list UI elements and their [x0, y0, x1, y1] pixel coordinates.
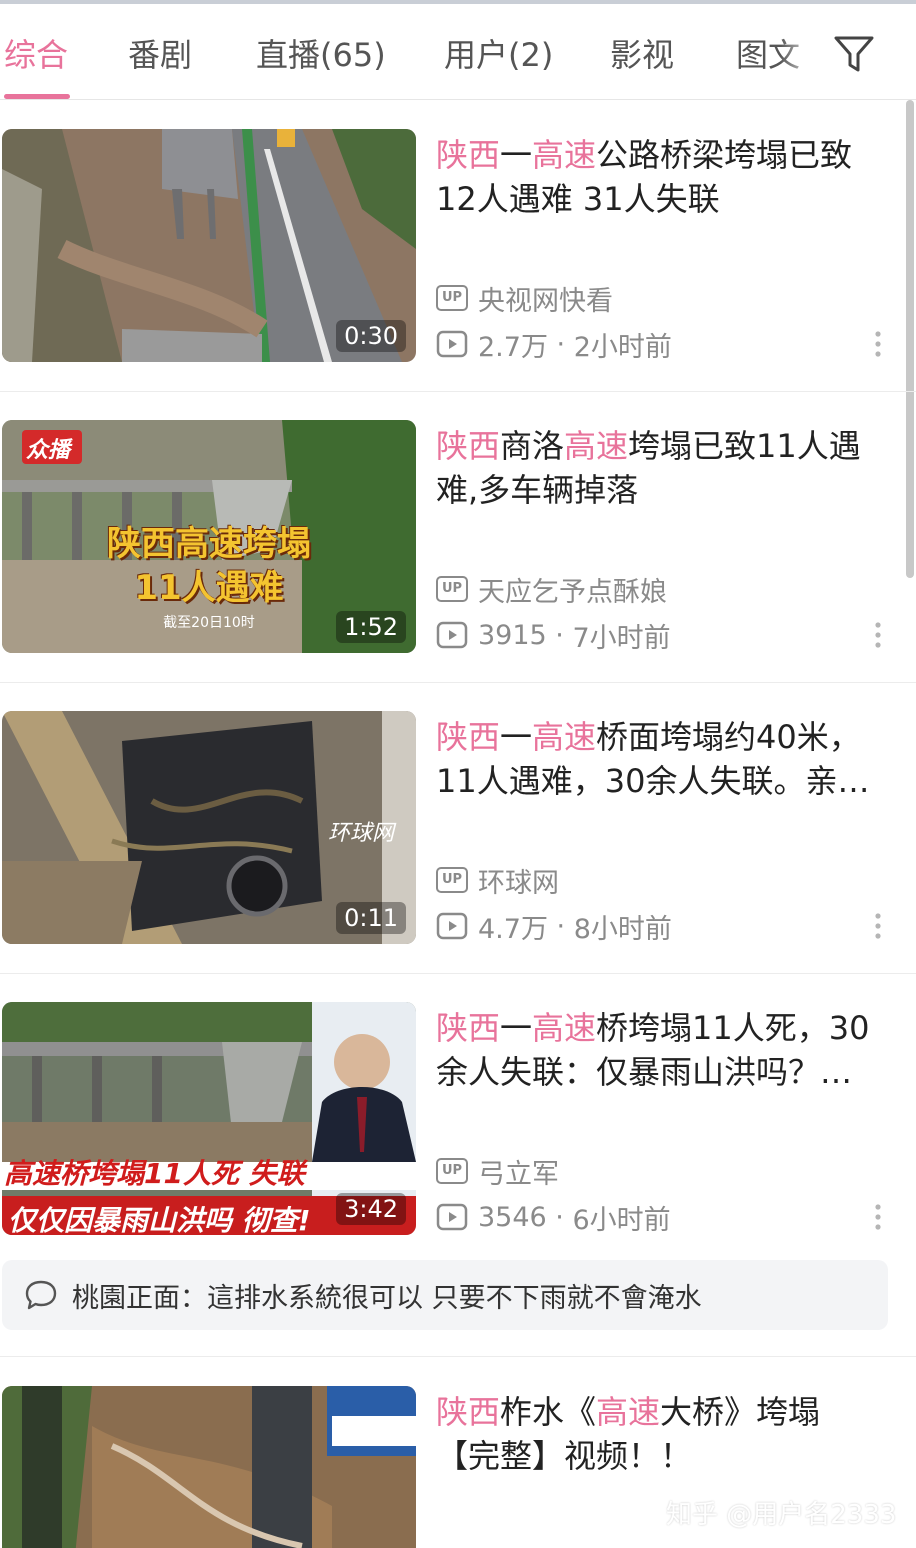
publish-time: 6小时前 — [572, 1204, 671, 1236]
video-thumbnail[interactable]: 众播 陕西高速垮塌 11人遇难 截至20日10时 1:52 — [2, 420, 416, 653]
title-highlight: 高速 — [532, 136, 597, 174]
thumbnail-caption: 11人遇难 — [134, 568, 284, 608]
up-badge-icon: UP — [436, 1158, 468, 1184]
up-badge-icon: UP — [436, 576, 468, 602]
title-highlight: 陕西 — [436, 1009, 501, 1047]
view-count: 4.7万 — [478, 913, 548, 945]
title-highlight: 高速 — [596, 1393, 661, 1431]
comment-bubble-icon — [25, 1280, 57, 1310]
meta-separator: · — [547, 328, 574, 360]
title-text: 一 — [500, 1009, 533, 1047]
stats-row: 4.7万 · 8小时前 — [436, 909, 672, 945]
title-highlight: 陕西 — [436, 718, 501, 756]
meta-separator: · — [547, 910, 574, 942]
title-highlight: 陕西 — [436, 136, 501, 174]
video-card[interactable]: 众播 陕西高速垮塌 11人遇难 截至20日10时 1:52 陕西商洛高速垮塌已致… — [0, 392, 916, 683]
title-text: 一 — [500, 136, 533, 174]
video-title[interactable]: 陕西商洛高速垮塌已致11人遇难,多车辆掉落 — [436, 424, 884, 512]
video-duration: 3:42 — [336, 1193, 406, 1225]
video-thumbnail[interactable]: 0:30 — [2, 129, 416, 362]
up-badge-icon: UP — [436, 867, 468, 893]
video-card[interactable]: 环球网 0:11 陕西一高速桥面垮塌约40米，11人遇难，30余人失联。亲… U… — [0, 683, 916, 974]
play-count-icon — [436, 912, 468, 940]
more-vertical-icon[interactable] — [866, 911, 890, 941]
search-tabs: 综合 番剧 直播(65) 用户(2) 影视 图文 — [0, 4, 916, 100]
publish-time: 8小时前 — [573, 913, 672, 945]
author-name: 弓立军 — [478, 1158, 559, 1190]
author-name: 央视网快看 — [478, 285, 613, 317]
author-row[interactable]: UP 天应乞予点酥娘 — [436, 572, 667, 608]
more-vertical-icon[interactable] — [866, 329, 890, 359]
view-count: 3915 — [478, 619, 547, 651]
thumbnail-caption: 陕西高速垮塌 — [107, 524, 311, 564]
author-row[interactable]: UP 央视网快看 — [436, 281, 613, 317]
title-text: 柞水《 — [500, 1393, 597, 1431]
video-thumbnail[interactable]: 高速桥垮塌11人死 失联 仅仅因暴雨山洪吗 彻查! 3:42 — [2, 1002, 416, 1235]
video-title[interactable]: 陕西一高速公路桥梁垮塌已致12人遇难 31人失联 — [436, 133, 884, 221]
video-card[interactable]: 高速桥垮塌11人死 失联 仅仅因暴雨山洪吗 彻查! 3:42 陕西一高速桥垮塌1… — [0, 974, 916, 1265]
meta-separator: · — [546, 1201, 573, 1233]
thumbnail-watermark: 环球网 — [328, 821, 395, 846]
comment-text: 桃園正面：這排水系統很可以 只要不下雨就不會淹水 — [72, 1283, 702, 1314]
zhihu-watermark: 知乎 @用户名2333 — [666, 1500, 897, 1530]
author-row[interactable]: UP 环球网 — [436, 863, 559, 899]
publish-time: 2小时前 — [573, 331, 672, 363]
title-highlight: 陕西 — [436, 427, 501, 465]
author-row[interactable]: UP 弓立军 — [436, 1154, 559, 1190]
filter-icon[interactable] — [830, 32, 878, 76]
tab-comprehensive[interactable]: 综合 — [4, 30, 68, 76]
video-duration: 0:30 — [336, 320, 406, 352]
tab-anime[interactable]: 番剧 — [128, 30, 192, 76]
thumbnail-caption: 高速桥垮塌11人死 失联 — [4, 1157, 305, 1190]
more-vertical-icon[interactable] — [866, 1202, 890, 1232]
author-name: 环球网 — [478, 867, 559, 899]
video-title[interactable]: 陕西一高速桥垮塌11人死，30余人失联：仅暴雨山洪吗？… — [436, 1006, 884, 1094]
play-count-icon — [436, 621, 468, 649]
meta-separator: · — [546, 619, 573, 651]
title-highlight: 高速 — [532, 1009, 597, 1047]
video-thumbnail[interactable]: 环球网 0:11 — [2, 711, 416, 944]
play-count-icon — [436, 330, 468, 358]
view-count: 3546 — [478, 1201, 547, 1233]
thumbnail-caption: 仅仅因暴雨山洪吗 彻查! — [8, 1204, 311, 1235]
publish-time: 7小时前 — [572, 622, 671, 654]
title-text: 一 — [500, 718, 533, 756]
title-highlight: 陕西 — [436, 1393, 501, 1431]
active-tab-indicator — [4, 94, 70, 99]
title-highlight: 高速 — [532, 718, 597, 756]
video-title[interactable]: 陕西一高速桥面垮塌约40米，11人遇难，30余人失联。亲… — [436, 715, 884, 803]
video-duration: 0:11 — [336, 902, 406, 934]
stats-row: 3915 · 7小时前 — [436, 618, 671, 654]
stats-row: 2.7万 · 2小时前 — [436, 327, 672, 363]
up-badge-icon: UP — [436, 285, 468, 311]
video-card[interactable]: 0:30 陕西一高速公路桥梁垮塌已致12人遇难 31人失联 UP 央视网快看 2… — [0, 101, 916, 392]
title-text: 商洛 — [500, 427, 565, 465]
author-name: 天应乞予点酥娘 — [478, 576, 667, 608]
channel-logo: 众播 — [26, 438, 71, 463]
comment-preview[interactable]: 桃園正面：這排水系統很可以 只要不下雨就不會淹水 — [2, 1260, 888, 1330]
tab-film-tv[interactable]: 影视 — [610, 30, 674, 76]
title-highlight: 高速 — [564, 427, 629, 465]
tab-users[interactable]: 用户(2) — [444, 30, 553, 76]
stats-row: 3546 · 6小时前 — [436, 1200, 671, 1236]
video-duration: 1:52 — [336, 611, 406, 643]
video-title[interactable]: 陕西柞水《高速大桥》垮塌【完整】视频！！ — [436, 1390, 884, 1478]
view-count: 2.7万 — [478, 331, 548, 363]
more-vertical-icon[interactable] — [866, 620, 890, 650]
video-thumbnail[interactable] — [2, 1386, 416, 1548]
divider — [0, 1356, 916, 1357]
play-count-icon — [436, 1203, 468, 1231]
tab-fade — [780, 14, 820, 84]
tab-live[interactable]: 直播(65) — [256, 30, 386, 76]
